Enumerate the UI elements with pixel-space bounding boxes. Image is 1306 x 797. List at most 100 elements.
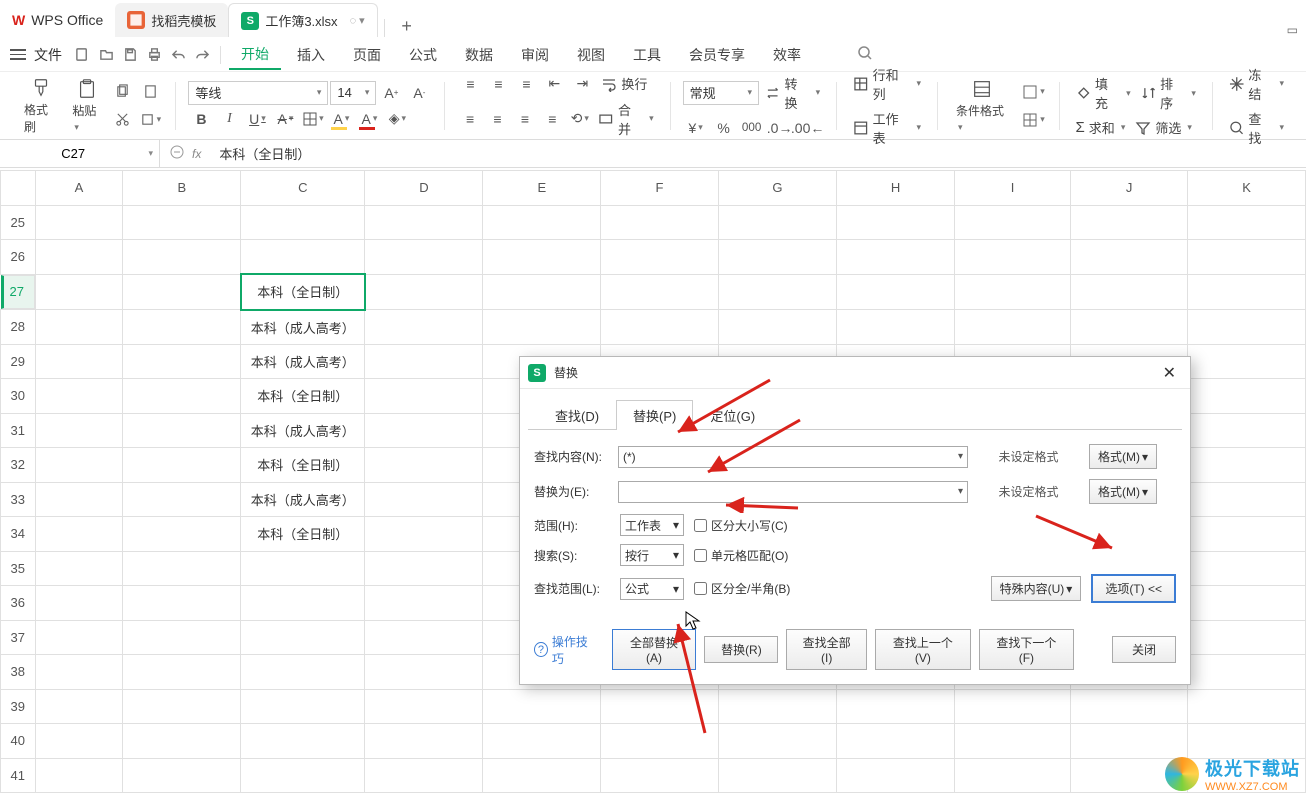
- wrap-button[interactable]: 换行: [597, 72, 651, 95]
- cell[interactable]: [1071, 724, 1188, 759]
- row-header[interactable]: 33: [1, 482, 36, 517]
- cell[interactable]: [1188, 689, 1306, 724]
- cell[interactable]: [365, 586, 483, 621]
- row-header[interactable]: 29: [1, 344, 36, 379]
- cell[interactable]: [123, 240, 241, 275]
- cell[interactable]: [35, 517, 123, 552]
- cell[interactable]: [718, 274, 836, 310]
- cell[interactable]: [241, 620, 365, 655]
- cell[interactable]: [35, 274, 123, 310]
- cell[interactable]: [483, 310, 601, 345]
- cell[interactable]: [483, 689, 601, 724]
- row-header[interactable]: 36: [1, 586, 36, 621]
- hamburger-icon[interactable]: [10, 49, 26, 60]
- cell[interactable]: 本科（全日制）: [241, 274, 365, 310]
- cell[interactable]: [35, 586, 123, 621]
- cell[interactable]: [837, 205, 955, 240]
- cell[interactable]: 本科（成人高考）: [241, 344, 365, 379]
- cell[interactable]: [35, 655, 123, 690]
- row-header[interactable]: 37: [1, 620, 36, 655]
- cell[interactable]: [483, 240, 601, 275]
- menu-view[interactable]: 视图: [565, 41, 617, 69]
- close-button[interactable]: 关闭: [1112, 636, 1176, 663]
- cell[interactable]: [1188, 586, 1306, 621]
- clipboard-icon[interactable]: [137, 80, 163, 104]
- col-header[interactable]: A: [35, 171, 123, 206]
- cell[interactable]: [1188, 205, 1306, 240]
- cell[interactable]: [1188, 240, 1306, 275]
- font-select[interactable]: 等线▾: [188, 81, 328, 105]
- menu-page[interactable]: 页面: [341, 41, 393, 69]
- cell[interactable]: [35, 724, 123, 759]
- col-header[interactable]: H: [837, 171, 955, 206]
- cell[interactable]: [123, 689, 241, 724]
- cell[interactable]: [123, 586, 241, 621]
- cell[interactable]: [241, 586, 365, 621]
- cell[interactable]: [1071, 205, 1188, 240]
- cell[interactable]: [365, 758, 483, 793]
- cell[interactable]: [1188, 448, 1306, 483]
- cell[interactable]: [123, 274, 241, 310]
- cell[interactable]: [365, 274, 483, 310]
- cell[interactable]: [365, 551, 483, 586]
- menu-formula[interactable]: 公式: [397, 41, 449, 69]
- workbook-tab[interactable]: S 工作簿3.xlsx ◌ ▾: [228, 3, 377, 37]
- cell[interactable]: [123, 310, 241, 345]
- convert-button[interactable]: 转换▾: [761, 72, 824, 114]
- scope-select[interactable]: 工作表▾: [620, 514, 684, 536]
- align-bottom-icon[interactable]: ≡: [513, 72, 539, 96]
- menu-efficiency[interactable]: 效率: [761, 41, 813, 69]
- app-tab[interactable]: W WPS Office: [0, 3, 115, 37]
- font-size-select[interactable]: 14▾: [330, 81, 376, 105]
- cond-format-button[interactable]: 条件格式▾: [950, 76, 1014, 135]
- cell[interactable]: [365, 344, 483, 379]
- cell[interactable]: [241, 240, 365, 275]
- cell[interactable]: [1188, 344, 1306, 379]
- cell[interactable]: [483, 205, 601, 240]
- tab-find[interactable]: 查找(D): [538, 400, 616, 430]
- cell[interactable]: [1188, 413, 1306, 448]
- cell[interactable]: [955, 689, 1071, 724]
- cell[interactable]: [123, 517, 241, 552]
- cell[interactable]: [365, 205, 483, 240]
- align-top-icon[interactable]: ≡: [457, 72, 483, 96]
- cell[interactable]: [1188, 724, 1306, 759]
- col-header[interactable]: B: [123, 171, 241, 206]
- cell[interactable]: [955, 724, 1071, 759]
- case-checkbox[interactable]: 区分大小写(C): [694, 517, 788, 534]
- cell[interactable]: [1188, 551, 1306, 586]
- cell[interactable]: [601, 689, 719, 724]
- search-icon[interactable]: [857, 45, 873, 64]
- cell[interactable]: [123, 758, 241, 793]
- find-next-button[interactable]: 查找下一个(F): [979, 629, 1074, 670]
- row-header[interactable]: 35: [1, 551, 36, 586]
- paste-button[interactable]: 粘贴▾: [66, 76, 107, 135]
- worksheet-button[interactable]: 工作表▾: [849, 107, 925, 149]
- cell[interactable]: [1188, 379, 1306, 414]
- lookin-select[interactable]: 公式▾: [620, 578, 684, 600]
- cell[interactable]: [35, 448, 123, 483]
- clipboard-more-icon[interactable]: ▾: [137, 108, 163, 132]
- row-header[interactable]: 34: [1, 517, 36, 552]
- cell[interactable]: [1188, 310, 1306, 345]
- col-header[interactable]: E: [483, 171, 601, 206]
- cell[interactable]: [241, 758, 365, 793]
- cell[interactable]: [365, 448, 483, 483]
- cell[interactable]: [955, 310, 1071, 345]
- col-header[interactable]: F: [601, 171, 719, 206]
- cell[interactable]: [601, 240, 719, 275]
- indent-dec-icon[interactable]: ⇤: [541, 72, 567, 96]
- find-format-button[interactable]: 格式(M)▾: [1089, 444, 1157, 469]
- cell[interactable]: [955, 274, 1071, 310]
- cell[interactable]: [35, 482, 123, 517]
- replace-format-button[interactable]: 格式(M)▾: [1089, 479, 1157, 504]
- cell[interactable]: [837, 689, 955, 724]
- print-icon[interactable]: [144, 45, 164, 65]
- search-select[interactable]: 按行▾: [620, 544, 684, 566]
- cell[interactable]: [1188, 655, 1306, 690]
- cell[interactable]: [837, 758, 955, 793]
- cellmatch-checkbox[interactable]: 单元格匹配(O): [694, 547, 788, 564]
- cell[interactable]: [365, 482, 483, 517]
- row-header[interactable]: 32: [1, 448, 36, 483]
- underline-button[interactable]: U▾: [244, 107, 270, 131]
